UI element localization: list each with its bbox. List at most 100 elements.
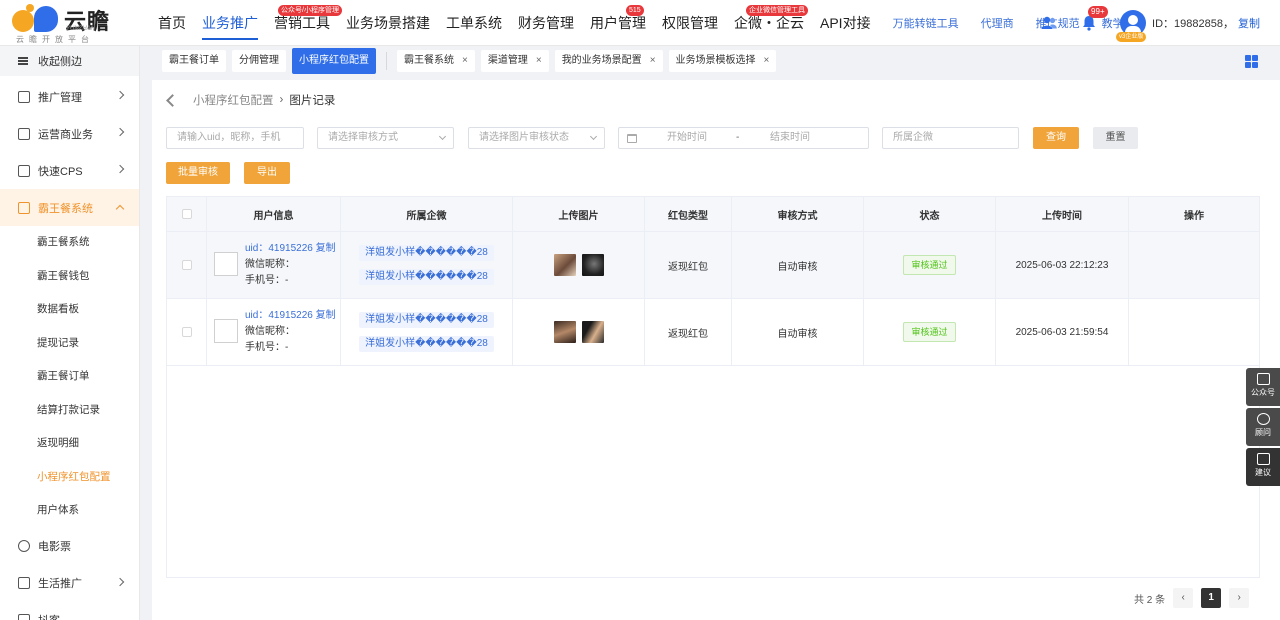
nav-home[interactable]: 首页 <box>150 0 194 46</box>
uploaded-image-thumbnail[interactable] <box>553 254 576 276</box>
nav-link-convert-tool[interactable]: 万能转链工具 <box>893 15 959 31</box>
search-input[interactable]: 请输入uid，昵称，手机 <box>166 127 304 149</box>
corp-tag: 洋姐发小样������28 <box>359 312 494 328</box>
tab-scene-template[interactable]: 业务场景模板选择 × <box>668 50 777 72</box>
nav-ticket-system[interactable]: 工单系统 <box>438 0 510 46</box>
pagination: 共 2 条 ‹ 1 › <box>1134 588 1250 608</box>
corp-cell: 洋姐发小样������28 洋姐发小样������28 <box>341 299 513 365</box>
page-tabs: 霸王餐订单 分佣管理 小程序红包配置 霸王餐系统 × 渠道管理 × 我的业务场景配置… <box>140 46 1280 76</box>
tab-commission[interactable]: 分佣管理 <box>232 50 286 72</box>
sidebar-group-promotion[interactable]: 推广管理 <box>0 78 139 115</box>
sidebar-item-settlement[interactable]: 结算打款记录 <box>0 394 139 428</box>
row-checkbox[interactable] <box>181 260 192 270</box>
uploaded-image-thumbnail[interactable] <box>581 321 604 343</box>
consultant-button[interactable]: 顾问 <box>1246 408 1280 446</box>
sidebar-group-movie[interactable]: 电影票 <box>0 528 139 565</box>
user-uid[interactable]: uid：41915226 复制 <box>245 241 336 257</box>
sidebar-item-cashback[interactable]: 返现明细 <box>0 427 139 461</box>
close-icon[interactable]: × <box>650 55 656 66</box>
sidebar-group-douke[interactable]: 抖客 <box>0 602 139 620</box>
table-row[interactable]: uid：41915226 复制 微信昵称： 手机号：- 洋姐发小样������2… <box>167 232 1259 299</box>
bell-icon[interactable]: 99+ <box>1080 6 1108 32</box>
breadcrumb-parent[interactable]: 小程序红包配置 <box>193 92 274 108</box>
table-row[interactable]: uid：41915226 复制 微信昵称： 手机号：- 洋姐发小样������2… <box>167 299 1259 366</box>
images-cell <box>513 299 645 365</box>
user-uid[interactable]: uid：41915226 复制 <box>245 308 336 324</box>
date-range-picker[interactable]: 开始时间 - 结束时间 <box>618 127 869 149</box>
collapse-sidebar-button[interactable]: 收起侧边 <box>0 46 139 76</box>
sidebar-group-operator[interactable]: 运营商业务 <box>0 115 139 152</box>
close-icon[interactable]: × <box>764 55 770 66</box>
sidebar-item-orders[interactable]: 霸王餐订单 <box>0 360 139 394</box>
user-phone: 手机号：- <box>245 275 289 286</box>
nav-finance[interactable]: 财务管理 <box>510 0 582 46</box>
reset-button[interactable]: 重置 <box>1093 127 1138 149</box>
nav-scene-build[interactable]: 业务场景搭建 <box>338 0 438 46</box>
calendar-icon <box>627 134 637 143</box>
sidebar-group-life[interactable]: 生活推广 <box>0 565 139 602</box>
export-button[interactable]: 导出 <box>244 162 290 184</box>
users-icon[interactable] <box>1040 14 1058 32</box>
nav-permissions[interactable]: 权限管理 <box>654 0 726 46</box>
copy-id-link[interactable]: 复制 <box>1238 18 1260 30</box>
tab-redpacket-config[interactable]: 小程序红包配置 <box>292 48 376 74</box>
column-header: 红包类型 <box>645 197 732 231</box>
corp-input[interactable]: 所属企微 <box>882 127 1019 149</box>
page-number-button[interactable]: 1 <box>1201 588 1222 608</box>
image-status-select[interactable]: 请选择图片审核状态 <box>468 127 605 149</box>
audit-mode-select[interactable]: 请选择审核方式 <box>317 127 454 149</box>
grid-icon[interactable] <box>1245 55 1258 68</box>
tab-my-scene-config[interactable]: 我的业务场景配置 × <box>554 50 663 72</box>
column-header: 用户信息 <box>207 197 341 231</box>
redpacket-type-cell: 返现红包 <box>645 299 732 365</box>
nav-api[interactable]: API对接 <box>812 0 879 46</box>
nav-wecom[interactable]: 企微・企云 企业微信管理工具 <box>726 0 812 46</box>
sidebar-item-wallet[interactable]: 霸王餐钱包 <box>0 260 139 294</box>
close-icon[interactable]: × <box>536 55 542 66</box>
batch-audit-button[interactable]: 批量审核 <box>166 162 230 184</box>
nav-business-promotion[interactable]: 业务推广 <box>194 0 266 46</box>
status-badge: 审核通过 <box>903 255 956 275</box>
row-checkbox[interactable] <box>181 327 192 337</box>
nav-marketing-tools[interactable]: 营销工具 公众号/小程序管理 <box>266 0 342 46</box>
select-all-checkbox[interactable] <box>181 209 192 219</box>
uploaded-image-thumbnail[interactable] <box>581 254 604 276</box>
sidebar-group-bawangcan[interactable]: 霸王餐系统 <box>0 189 139 226</box>
tab-bawangcan-orders[interactable]: 霸王餐订单 <box>162 50 226 72</box>
brand-sub: YUNZHAN <box>66 25 96 32</box>
breadcrumb-current: 图片记录 <box>289 95 336 107</box>
sidebar-item-redpacket-config[interactable]: 小程序红包配置 <box>0 461 139 495</box>
logo[interactable]: 云瞻 YUNZHAN 云瞻开放平台 <box>0 0 140 46</box>
start-time-input[interactable]: 开始时间 <box>667 128 707 148</box>
avatar[interactable]: v3企业版 <box>1116 10 1147 42</box>
status-cell: 审核通过 <box>864 232 996 298</box>
tab-bawangcan-system[interactable]: 霸王餐系统 × <box>397 50 475 72</box>
nav-badge: 企业微信管理工具 <box>746 4 808 16</box>
sidebar-group-cps[interactable]: 快速CPS <box>0 152 139 189</box>
end-time-input[interactable]: 结束时间 <box>770 128 810 148</box>
user-tier-tag: v3企业版 <box>1116 32 1147 42</box>
suggestion-button[interactable]: 建议 <box>1246 448 1280 486</box>
column-header: 所属企微 <box>341 197 513 231</box>
sidebar-item-dashboard[interactable]: 数据看板 <box>0 293 139 327</box>
tab-channel[interactable]: 渠道管理 × <box>480 50 549 72</box>
query-button[interactable]: 查询 <box>1033 127 1079 149</box>
redpacket-type-cell: 返现红包 <box>645 232 732 298</box>
next-page-button[interactable]: › <box>1229 588 1250 608</box>
sidebar-item-bawangcan-system[interactable]: 霸王餐系统 <box>0 226 139 260</box>
column-header: 上传时间 <box>996 197 1129 231</box>
notification-badge: 99+ <box>1088 6 1108 18</box>
back-arrow-icon[interactable] <box>166 93 179 107</box>
uploaded-image-thumbnail[interactable] <box>553 321 576 343</box>
tab-divider <box>386 52 387 70</box>
sidebar-item-withdraw-records[interactable]: 提现记录 <box>0 327 139 361</box>
sidebar-item-user-system[interactable]: 用户体系 <box>0 494 139 528</box>
home-icon <box>18 201 30 214</box>
prev-page-button[interactable]: ‹ <box>1173 588 1194 608</box>
nav-link-agent[interactable]: 代理商 <box>981 15 1014 31</box>
nav-user-management[interactable]: 用户管理 515 <box>582 0 654 46</box>
close-icon[interactable]: × <box>462 55 468 66</box>
breadcrumb: 小程序红包配置 › 图片记录 <box>164 92 335 108</box>
user-avatar <box>214 252 238 276</box>
official-account-button[interactable]: 公众号 <box>1246 368 1280 406</box>
